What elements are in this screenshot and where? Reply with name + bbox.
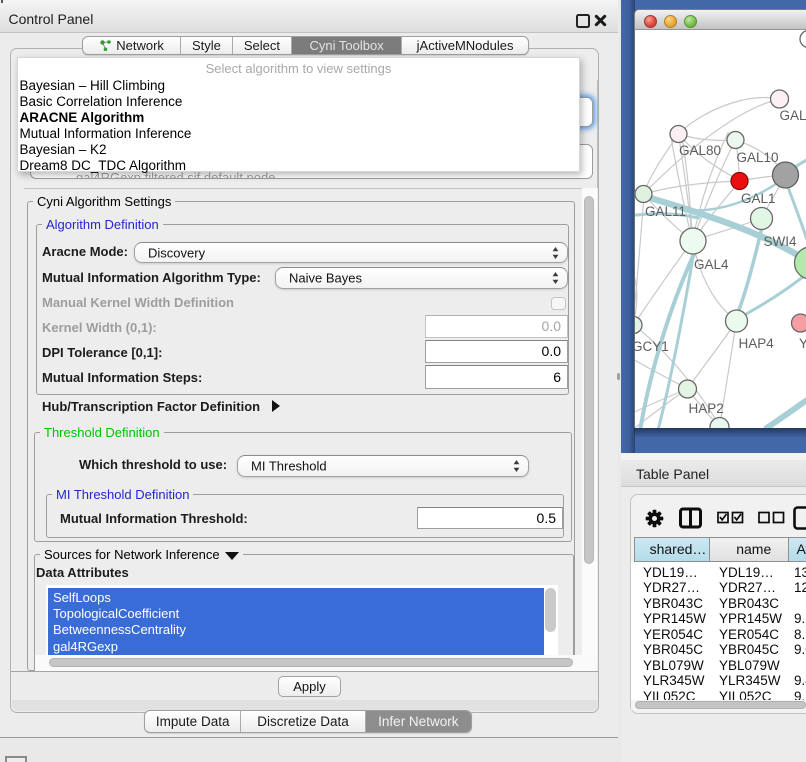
svg-text:YM: YM — [799, 336, 806, 351]
svg-text:GAL80: GAL80 — [679, 143, 721, 158]
svg-text:GCY1: GCY1 — [635, 339, 669, 354]
svg-text:GAL4: GAL4 — [694, 257, 729, 272]
svg-text:GAL7: GAL7 — [779, 108, 806, 123]
svg-text:SWI4: SWI4 — [763, 234, 796, 249]
svg-text:GAL11: GAL11 — [645, 204, 686, 219]
svg-text:GAL1: GAL1 — [741, 191, 776, 206]
svg-text:GAL10: GAL10 — [736, 150, 778, 165]
svg-text:HAP2: HAP2 — [688, 401, 723, 416]
svg-text:HAP4: HAP4 — [738, 336, 774, 351]
